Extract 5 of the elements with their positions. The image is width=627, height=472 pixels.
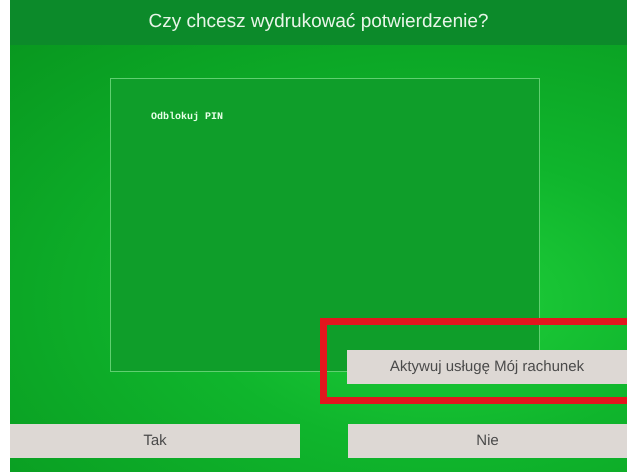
receipt-text: Odblokuj PIN — [151, 112, 224, 123]
screen-title: Czy chcesz wydrukować potwierdzenie? — [148, 10, 489, 34]
activate-service-button[interactable]: Aktywuj usługę Mój rachunek — [347, 350, 627, 384]
no-button[interactable]: Nie — [348, 424, 627, 458]
yes-button[interactable]: Tak — [10, 424, 300, 458]
